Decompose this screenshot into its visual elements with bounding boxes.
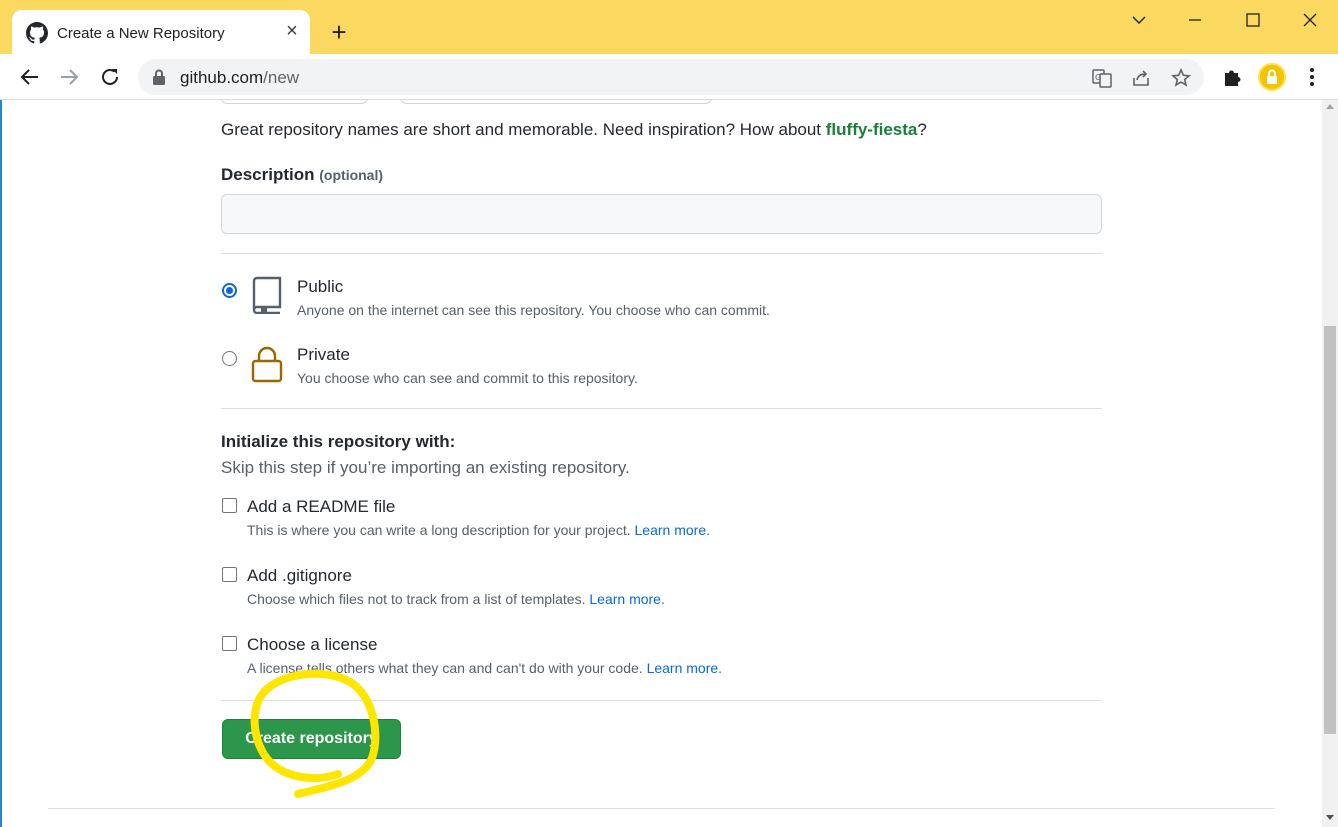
url-text: github.com/new — [180, 68, 299, 88]
license-desc: A license tells others what they can and… — [247, 660, 722, 676]
readme-desc: This is where you can write a long descr… — [247, 522, 710, 538]
init-section-subtitle: Skip this step if you’re importing an ex… — [221, 458, 630, 477]
name-suggestion-link[interactable]: fluffy-fiesta — [826, 120, 918, 139]
readme-learn-more-link[interactable]: Learn more. — [635, 522, 710, 538]
new-tab-button[interactable]: + — [326, 19, 352, 45]
license-title[interactable]: Choose a license — [247, 635, 377, 655]
name-hint: Great repository names are short and mem… — [221, 120, 927, 140]
tab-search-chevron-icon[interactable] — [1124, 8, 1154, 32]
divider — [221, 408, 1102, 409]
gitignore-learn-more-link[interactable]: Learn more. — [589, 591, 664, 607]
browser-toolbar: github.com/new G — [0, 54, 1338, 100]
tab-close-icon[interactable]: × — [282, 21, 302, 41]
license-desc-text: A license tells others what they can and… — [247, 660, 647, 676]
reload-icon[interactable] — [98, 65, 122, 89]
minimize-icon[interactable] — [1180, 8, 1210, 32]
visibility-public-title[interactable]: Public — [297, 277, 343, 297]
extensions-puzzle-icon[interactable] — [1221, 66, 1243, 88]
forward-arrow-icon[interactable] — [57, 65, 81, 89]
name-hint-suffix: ? — [917, 120, 927, 139]
window-close-icon[interactable] — [1295, 8, 1325, 32]
repository-name-input[interactable] — [400, 100, 712, 104]
visibility-private-title[interactable]: Private — [297, 345, 350, 365]
secure-lock-icon[interactable] — [152, 69, 166, 85]
visibility-private-desc: You choose who can see and commit to thi… — [297, 370, 638, 386]
page-content: Great repository names are short and mem… — [0, 100, 1322, 827]
owner-select[interactable] — [221, 100, 368, 104]
readme-desc-text: This is where you can write a long descr… — [247, 522, 635, 538]
repo-icon — [252, 276, 282, 314]
lock-icon — [251, 346, 283, 383]
browser-tab[interactable]: Create a New Repository × — [12, 10, 310, 54]
description-label: Description (optional) — [221, 165, 383, 185]
address-bar[interactable]: github.com/new G — [138, 59, 1204, 95]
footer-divider — [48, 808, 1274, 809]
gitignore-title[interactable]: Add .gitignore — [247, 566, 352, 586]
readme-title[interactable]: Add a README file — [247, 497, 395, 517]
profile-avatar[interactable] — [1258, 63, 1286, 91]
share-icon[interactable] — [1131, 68, 1151, 88]
scroll-up-arrow-icon[interactable] — [1326, 104, 1334, 109]
description-optional: (optional) — [319, 167, 384, 183]
divider — [221, 700, 1102, 701]
bookmark-star-icon[interactable] — [1171, 68, 1191, 88]
gitignore-desc: Choose which files not to track from a l… — [247, 591, 665, 607]
description-label-text: Description — [221, 165, 315, 184]
create-repository-button[interactable]: Create repository — [222, 719, 401, 759]
maximize-icon[interactable] — [1238, 8, 1268, 32]
init-section-title: Initialize this repository with: — [221, 432, 456, 451]
url-domain: github.com — [180, 68, 264, 87]
scrollbar-thumb[interactable] — [1324, 326, 1336, 734]
tab-title: Create a New Repository — [57, 25, 225, 42]
tab-strip: Create a New Repository × + — [0, 0, 1338, 54]
name-hint-text: Great repository names are short and mem… — [221, 120, 826, 139]
svg-text:G: G — [1095, 73, 1101, 82]
back-arrow-icon[interactable] — [18, 65, 42, 89]
vertical-scrollbar[interactable] — [1322, 100, 1338, 827]
gitignore-checkbox[interactable] — [222, 567, 237, 582]
visibility-private-radio[interactable] — [222, 351, 237, 366]
scroll-down-arrow-icon[interactable] — [1326, 815, 1334, 820]
license-learn-more-link[interactable]: Learn more. — [647, 660, 722, 676]
github-icon — [26, 22, 48, 44]
license-checkbox[interactable] — [222, 636, 237, 651]
gitignore-desc-text: Choose which files not to track from a l… — [247, 591, 590, 607]
kebab-menu-icon[interactable] — [1303, 66, 1321, 88]
visibility-public-radio[interactable] — [222, 283, 237, 298]
description-input[interactable] — [221, 194, 1102, 234]
visibility-public-desc: Anyone on the internet can see this repo… — [297, 302, 770, 318]
divider — [221, 253, 1102, 254]
translate-icon[interactable]: G — [1092, 68, 1112, 88]
url-path: /new — [263, 68, 300, 87]
profile-lock-icon — [1267, 69, 1277, 84]
readme-checkbox[interactable] — [222, 498, 237, 513]
